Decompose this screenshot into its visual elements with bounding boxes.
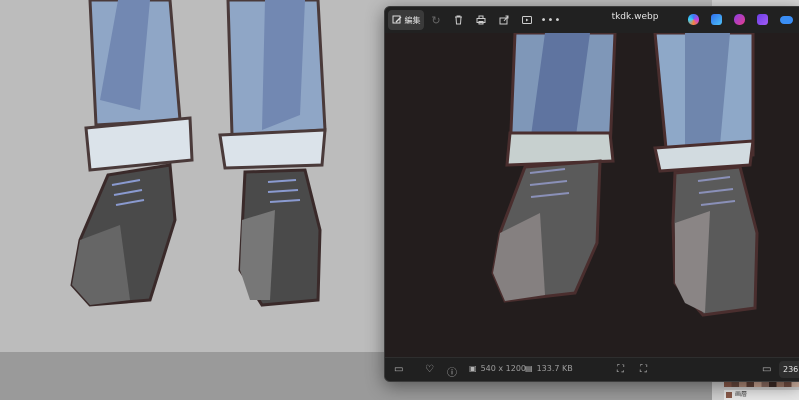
heart-icon: ♡ (425, 364, 434, 375)
image-dimensions: ▣ 540 x 1200 (469, 364, 526, 373)
video-app-icon[interactable] (757, 14, 768, 25)
fit-screen-button[interactable]: ⛶ (617, 364, 624, 375)
slideshow-button[interactable] (521, 10, 533, 30)
image-display[interactable] (385, 33, 799, 357)
share-button[interactable] (498, 10, 510, 30)
photo-viewer-window: 編集 ↻ ••• tkdk.webp ▭ ♡ ⓘ ▣ 540 x 1200 ▤ … (384, 6, 799, 382)
rotate-button[interactable]: ↻ (430, 10, 442, 30)
image-size-icon: ▣ (469, 364, 477, 373)
favorite-button[interactable]: ♡ (425, 364, 434, 375)
drawing-artwork (70, 0, 327, 307)
clipchamp-icon[interactable] (734, 14, 745, 25)
file-title: tkdk.webp (611, 12, 659, 22)
viewer-toolbar: 編集 ↻ ••• tkdk.webp (385, 7, 799, 33)
viewer-statusbar: ▭ ♡ ⓘ ▣ 540 x 1200 ▤ 133.7 KB ⛶ ⛶ ▭ 236 (385, 357, 799, 381)
print-icon (476, 15, 486, 25)
layer-name: 画層 (735, 391, 748, 398)
layer-row[interactable]: 画層 (724, 390, 799, 400)
storage-icon: ▤ (525, 364, 533, 373)
trash-icon (454, 15, 462, 25)
file-size-text: 133.7 KB (536, 364, 573, 373)
fullscreen-button[interactable]: ⛶ (640, 364, 647, 375)
copilot-icon[interactable] (688, 14, 699, 25)
print-button[interactable] (475, 10, 487, 30)
rotate-icon: ↻ (431, 13, 441, 27)
actual-size-button[interactable]: ▭ (762, 364, 771, 375)
zoom-level[interactable]: 236 (779, 361, 799, 378)
onedrive-icon[interactable] (780, 16, 793, 24)
info-icon: ⓘ (447, 368, 457, 379)
edit-button[interactable]: 編集 (388, 10, 424, 30)
slideshow-icon (522, 16, 532, 24)
designer-icon[interactable] (711, 14, 722, 25)
more-button[interactable]: ••• (541, 10, 561, 30)
more-icon: ••• (540, 14, 562, 26)
displayed-image (491, 33, 759, 317)
filmstrip-button[interactable]: ▭ (394, 364, 403, 375)
edit-icon (392, 15, 401, 24)
fullscreen-icon: ⛶ (640, 364, 647, 375)
actual-size-icon: ▭ (762, 364, 772, 375)
layer-color-swatch (726, 391, 732, 398)
dimensions-text: 540 x 1200 (480, 364, 527, 373)
file-size: ▤ 133.7 KB (525, 364, 573, 373)
delete-button[interactable] (452, 10, 464, 30)
fit-screen-icon: ⛶ (617, 364, 624, 375)
edit-label: 編集 (404, 15, 421, 25)
share-icon (499, 15, 509, 25)
info-button[interactable]: ⓘ (447, 364, 457, 379)
filmstrip-icon: ▭ (394, 364, 404, 375)
